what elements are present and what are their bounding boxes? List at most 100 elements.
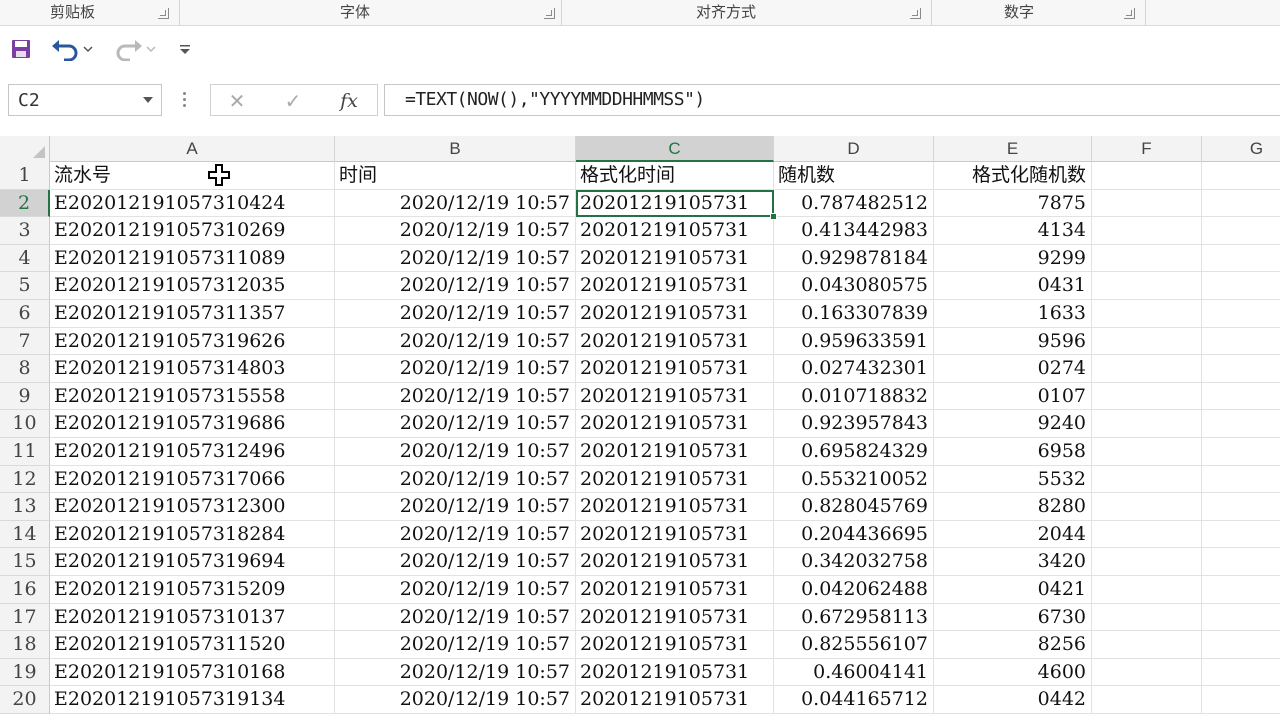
cell-a12[interactable]: E202012191057317066 xyxy=(50,465,335,494)
insert-function-button[interactable]: fx xyxy=(329,87,369,115)
cell-c14[interactable]: 20201219105731 xyxy=(576,520,774,549)
cell-f17[interactable] xyxy=(1092,603,1202,632)
cell-b16[interactable]: 2020/12/19 10:57 xyxy=(335,576,576,604)
cell-c3[interactable]: 20201219105731 xyxy=(576,217,774,245)
cell-d20[interactable]: 0.044165712 xyxy=(774,686,934,714)
formula-input[interactable]: =TEXT(NOW(),"YYYYMMDDHHMMSS") xyxy=(384,84,1280,116)
cell-e13[interactable]: 8280 xyxy=(934,493,1092,521)
cell-c16[interactable]: 20201219105731 xyxy=(576,576,774,604)
dialog-launcher-icon[interactable] xyxy=(1124,8,1135,19)
cell-b14[interactable]: 2020/12/19 10:57 xyxy=(335,520,576,549)
cell-g16[interactable] xyxy=(1202,576,1280,604)
fill-handle[interactable] xyxy=(770,213,777,221)
cell-f20[interactable] xyxy=(1092,686,1202,714)
row-header[interactable]: 19 xyxy=(0,658,50,687)
cell-b3[interactable]: 2020/12/19 10:57 xyxy=(335,217,576,245)
cell-c19[interactable]: 20201219105731 xyxy=(576,658,774,687)
cell-g5[interactable] xyxy=(1202,272,1280,300)
row-header[interactable]: 12 xyxy=(0,465,50,494)
cell-b18[interactable]: 2020/12/19 10:57 xyxy=(335,631,576,659)
cell-b8[interactable]: 2020/12/19 10:57 xyxy=(335,355,576,383)
cell-a1[interactable]: 流水号 xyxy=(50,162,335,190)
row-header[interactable]: 5 xyxy=(0,272,50,300)
row-header[interactable]: 11 xyxy=(0,438,50,466)
column-header-g[interactable]: G xyxy=(1202,136,1280,162)
cell-d18[interactable]: 0.825556107 xyxy=(774,631,934,659)
cell-d11[interactable]: 0.695824329 xyxy=(774,438,934,466)
undo-button[interactable] xyxy=(48,34,96,64)
row-header[interactable]: 17 xyxy=(0,603,50,632)
row-header[interactable]: 10 xyxy=(0,410,50,438)
cell-e5[interactable]: 0431 xyxy=(934,272,1092,300)
customize-qat-button[interactable] xyxy=(172,34,198,64)
cell-d9[interactable]: 0.010718832 xyxy=(774,382,934,411)
cell-c8[interactable]: 20201219105731 xyxy=(576,355,774,383)
cell-f16[interactable] xyxy=(1092,576,1202,604)
cell-a9[interactable]: E202012191057315558 xyxy=(50,382,335,411)
cell-g18[interactable] xyxy=(1202,631,1280,659)
cell-e14[interactable]: 2044 xyxy=(934,520,1092,549)
cell-b13[interactable]: 2020/12/19 10:57 xyxy=(335,493,576,521)
cell-a20[interactable]: E202012191057319134 xyxy=(50,686,335,714)
column-header-d[interactable]: D xyxy=(774,136,934,162)
cell-c7[interactable]: 20201219105731 xyxy=(576,327,774,356)
cell-f11[interactable] xyxy=(1092,438,1202,466)
cell-d19[interactable]: 0.46004141 xyxy=(774,658,934,687)
cell-a14[interactable]: E202012191057318284 xyxy=(50,520,335,549)
cell-c6[interactable]: 20201219105731 xyxy=(576,300,774,328)
cell-g12[interactable] xyxy=(1202,466,1280,494)
cell-e1[interactable]: 格式化随机数 xyxy=(934,162,1092,190)
cell-c9[interactable]: 20201219105731 xyxy=(576,382,774,411)
row-header[interactable]: 13 xyxy=(0,493,50,521)
select-all-button[interactable] xyxy=(0,136,50,162)
column-header-a[interactable]: A xyxy=(50,136,335,162)
name-box[interactable]: C2 xyxy=(8,84,162,116)
dialog-launcher-icon[interactable] xyxy=(158,8,169,19)
column-header-b[interactable]: B xyxy=(335,136,576,162)
save-button[interactable] xyxy=(6,34,36,64)
cell-g17[interactable] xyxy=(1202,604,1280,632)
cell-e17[interactable]: 6730 xyxy=(934,603,1092,632)
cell-f15[interactable] xyxy=(1092,548,1202,576)
cell-d4[interactable]: 0.929878184 xyxy=(774,244,934,273)
cell-c15[interactable]: 20201219105731 xyxy=(576,548,774,576)
cell-c17[interactable]: 20201219105731 xyxy=(576,603,774,632)
cell-g9[interactable] xyxy=(1202,383,1280,411)
cell-b10[interactable]: 2020/12/19 10:57 xyxy=(335,410,576,438)
cell-f8[interactable] xyxy=(1092,355,1202,383)
cell-c12[interactable]: 20201219105731 xyxy=(576,465,774,494)
cell-d2[interactable]: 0.787482512 xyxy=(774,189,934,218)
cell-f13[interactable] xyxy=(1092,493,1202,521)
cell-g15[interactable] xyxy=(1202,548,1280,576)
cell-c20[interactable]: 20201219105731 xyxy=(576,686,774,714)
cell-a6[interactable]: E202012191057311357 xyxy=(50,300,335,328)
cell-e16[interactable]: 0421 xyxy=(934,576,1092,604)
cell-d14[interactable]: 0.204436695 xyxy=(774,520,934,549)
cell-f19[interactable] xyxy=(1092,658,1202,687)
cell-a15[interactable]: E202012191057319694 xyxy=(50,548,335,576)
cell-b17[interactable]: 2020/12/19 10:57 xyxy=(335,603,576,632)
cell-g13[interactable] xyxy=(1202,493,1280,521)
row-header[interactable]: 3 xyxy=(0,217,50,245)
drag-handle-icon[interactable] xyxy=(183,92,187,110)
cell-e3[interactable]: 4134 xyxy=(934,217,1092,245)
cell-c4[interactable]: 20201219105731 xyxy=(576,244,774,273)
row-header[interactable]: 4 xyxy=(0,244,50,273)
row-header[interactable]: 2 xyxy=(0,189,50,218)
cell-a11[interactable]: E202012191057312496 xyxy=(50,438,335,466)
cell-f5[interactable] xyxy=(1092,272,1202,300)
cell-b12[interactable]: 2020/12/19 10:57 xyxy=(335,465,576,494)
cell-g11[interactable] xyxy=(1202,438,1280,466)
cell-b11[interactable]: 2020/12/19 10:57 xyxy=(335,438,576,466)
cell-f3[interactable] xyxy=(1092,217,1202,245)
row-header[interactable]: 7 xyxy=(0,327,50,356)
cell-a18[interactable]: E202012191057311520 xyxy=(50,631,335,659)
cell-e9[interactable]: 0107 xyxy=(934,382,1092,411)
row-header[interactable]: 1 xyxy=(0,162,50,190)
cell-g14[interactable] xyxy=(1202,521,1280,549)
row-header[interactable]: 16 xyxy=(0,576,50,604)
cell-d17[interactable]: 0.672958113 xyxy=(774,603,934,632)
row-header[interactable]: 8 xyxy=(0,355,50,383)
cell-e6[interactable]: 1633 xyxy=(934,300,1092,328)
row-header[interactable]: 15 xyxy=(0,548,50,576)
